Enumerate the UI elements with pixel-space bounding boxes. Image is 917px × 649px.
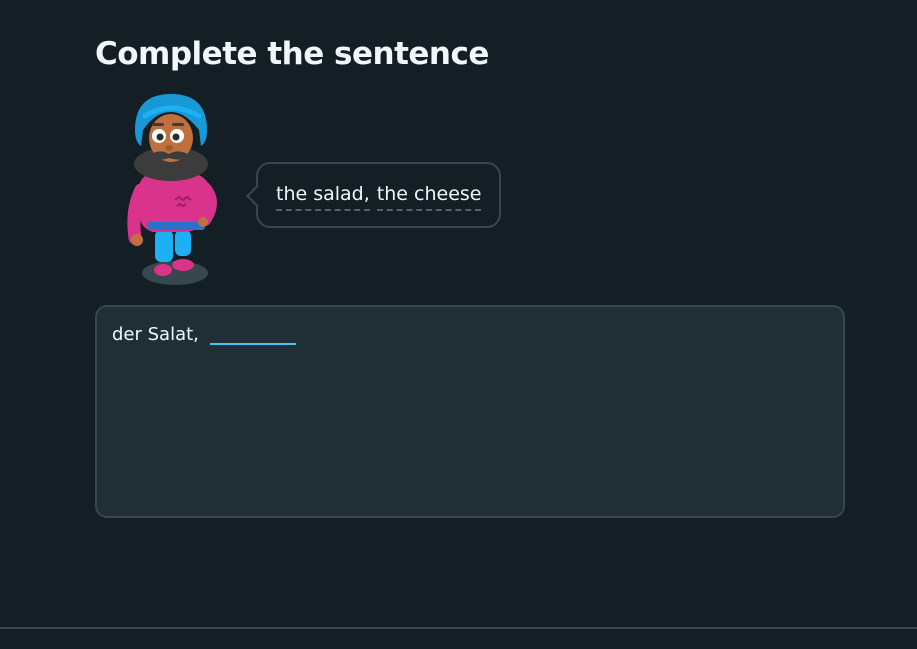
speech-bubble: the salad, the cheese <box>246 162 502 228</box>
answer-box[interactable]: der Salat, <box>95 305 845 518</box>
sentence-prefix: der Salat, <box>112 324 199 345</box>
challenge-page: Complete the sentence the salad, the che… <box>0 0 917 649</box>
speech-bubble-tail <box>246 184 259 208</box>
hint-word-the-salad[interactable]: the salad, <box>276 183 370 211</box>
blank-input-field[interactable] <box>209 319 296 345</box>
hint-word-the-cheese[interactable]: the cheese <box>376 183 482 211</box>
footer-divider <box>0 627 917 629</box>
character-illustration-icon <box>127 94 217 285</box>
page-title: Complete the sentence <box>95 36 489 72</box>
